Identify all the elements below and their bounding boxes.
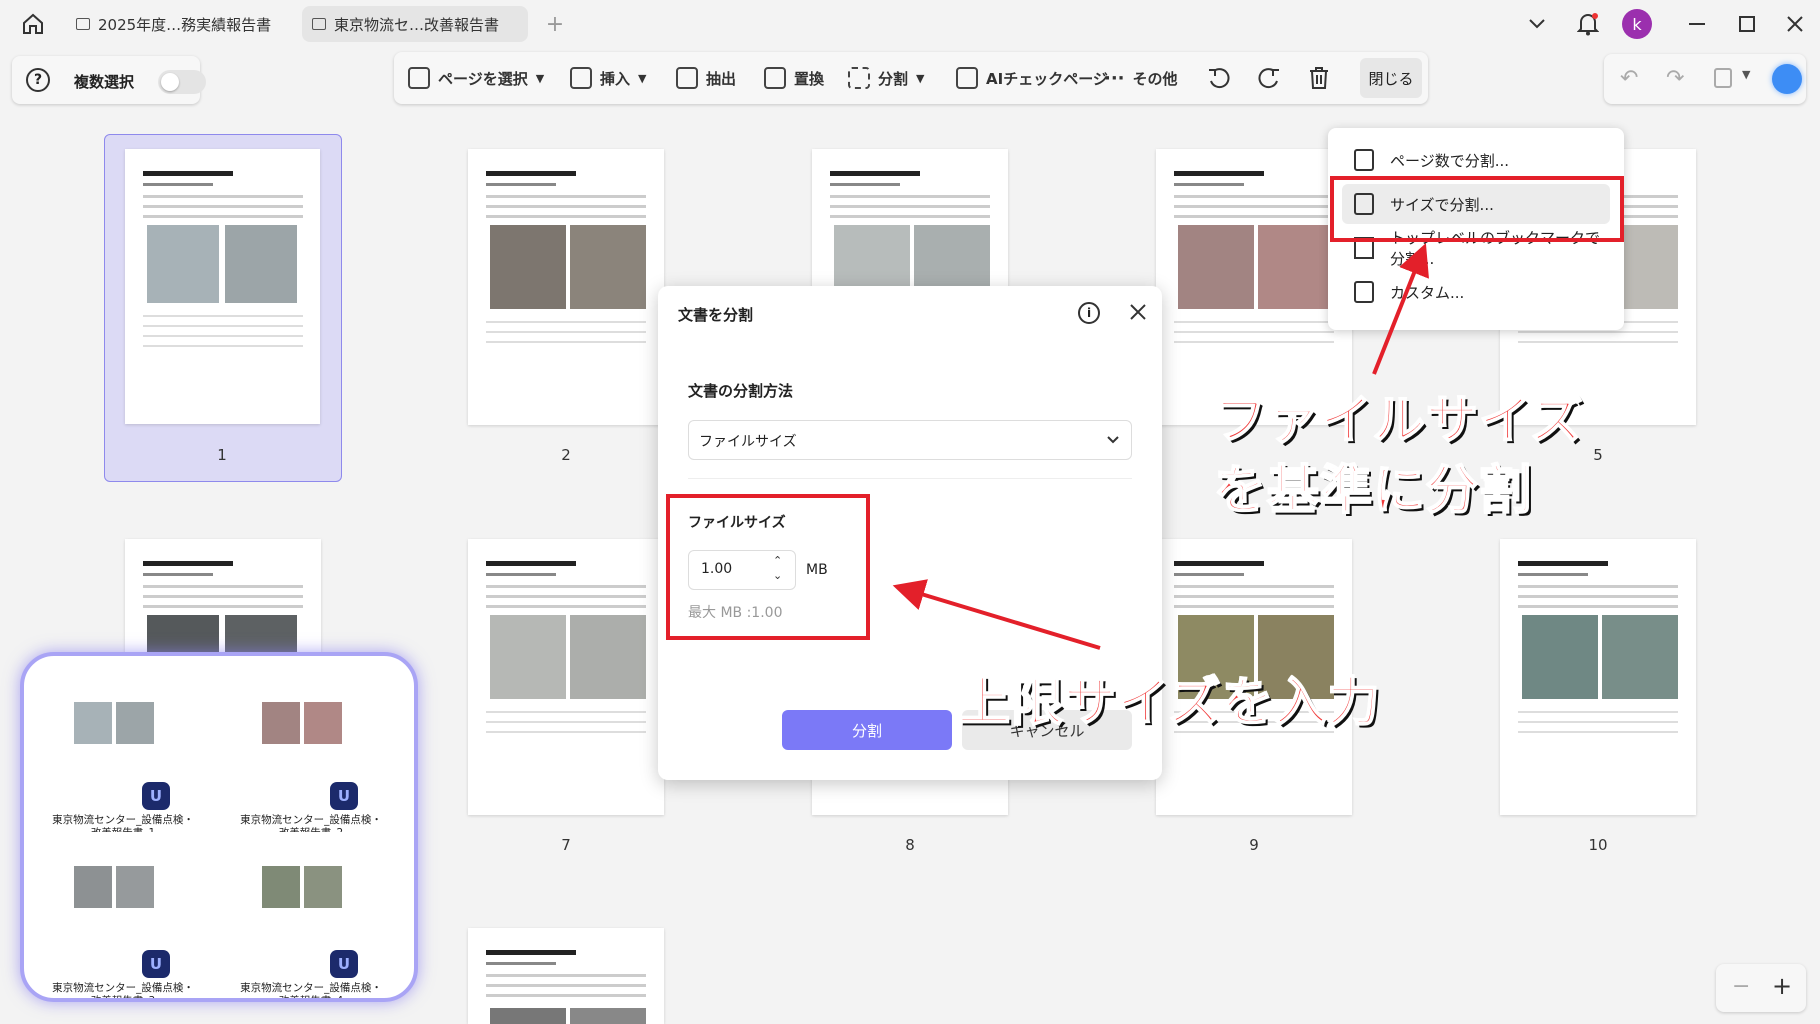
- file-preview: [254, 832, 350, 944]
- app-logo-icon: U: [142, 950, 170, 978]
- annotation-bottom: 上限サイズを入力: [957, 672, 1381, 734]
- file-preview: [66, 832, 162, 944]
- annotation-right-line2: を基準に分割: [1213, 460, 1533, 522]
- arrow-to-size-box: [892, 579, 1101, 650]
- app-logo-icon: U: [330, 950, 358, 978]
- split-result-window: U 東京物流センター_設備点検・改善報告書_1 U 東京物流センター_設備点検・…: [20, 652, 418, 1002]
- file-name: 東京物流センター_設備点検・改善報告書_3: [52, 982, 194, 1002]
- arrow-to-menu: [1372, 243, 1429, 375]
- file-preview: [254, 664, 350, 776]
- result-file[interactable]: U 東京物流センター_設備点検・改善報告書_2: [226, 664, 406, 839]
- app-logo-icon: U: [142, 782, 170, 810]
- annotation-right-line1: ファイルサイズ: [1213, 390, 1584, 452]
- result-file[interactable]: U 東京物流センター_設備点検・改善報告書_3: [38, 832, 218, 998]
- result-file[interactable]: U 東京物流センター_設備点検・改善報告書_4: [226, 832, 406, 998]
- result-file[interactable]: U 東京物流センター_設備点検・改善報告書_1: [38, 664, 218, 839]
- file-preview: [66, 664, 162, 776]
- app-logo-icon: U: [330, 782, 358, 810]
- file-name: 東京物流センター_設備点検・改善報告書_4: [240, 982, 382, 1002]
